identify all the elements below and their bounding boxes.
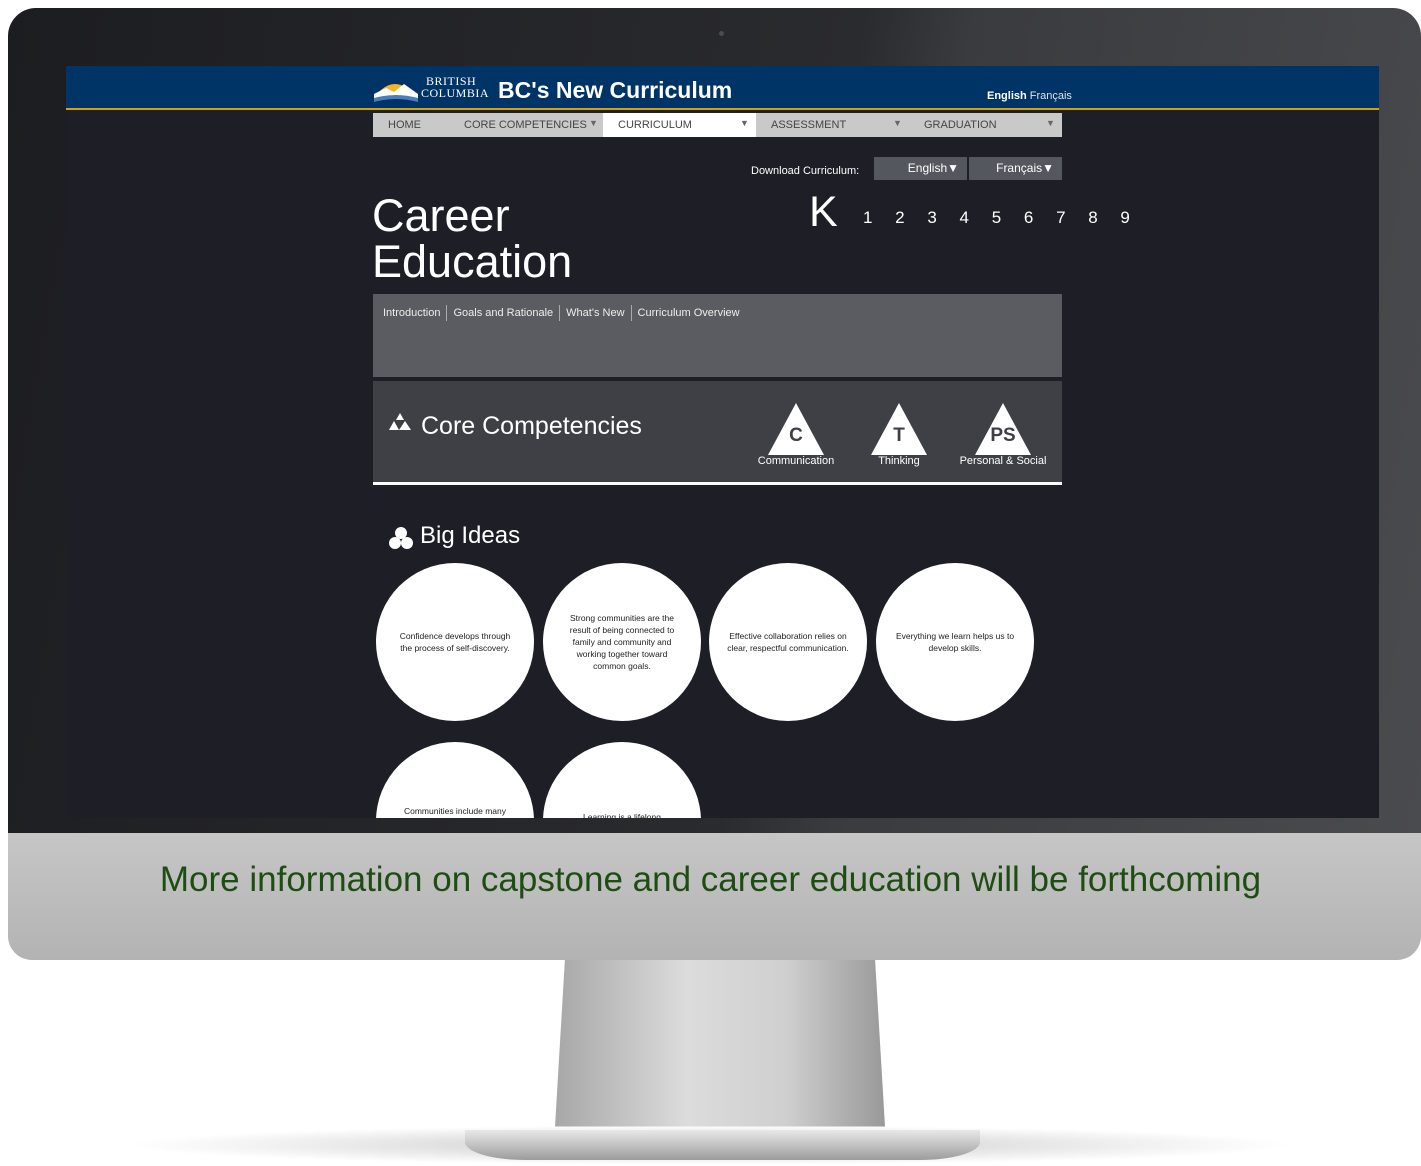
download-english-button[interactable]: English▼: [874, 157, 967, 180]
communication-letter: C: [789, 425, 803, 446]
nav-assessment-label: ASSESSMENT: [771, 119, 847, 131]
nav-assessment[interactable]: ASSESSMENT ▼: [756, 113, 909, 137]
subnav-goals-and-rationale[interactable]: Goals and Rationale: [446, 305, 559, 321]
site-title[interactable]: BC's New Curriculum: [498, 77, 732, 104]
big-idea-circle[interactable]: Communities include many: [376, 742, 534, 818]
triangles-icon: [389, 413, 411, 430]
download-french-button[interactable]: Français▼: [969, 157, 1062, 180]
nav-graduation-label: GRADUATION: [924, 119, 997, 131]
communication-label[interactable]: Communication: [736, 455, 856, 467]
chevron-down-icon: ▼: [740, 118, 749, 128]
thinking-letter: T: [893, 425, 905, 446]
monitor-caption: More information on capstone and career …: [159, 860, 1262, 899]
chevron-down-icon: ▼: [589, 118, 598, 128]
grade-k-link[interactable]: K: [809, 188, 838, 237]
nav-core-competencies[interactable]: CORE COMPETENCIES ▼: [456, 113, 603, 137]
big-idea-circle[interactable]: Confidence develops through the process …: [376, 563, 534, 721]
subnav-curriculum-overview[interactable]: Curriculum Overview: [630, 305, 746, 321]
monitor-foot: [465, 1130, 980, 1160]
grade-selector[interactable]: 1 2 3 4 5 6 7 8 9: [863, 208, 1139, 228]
core-competencies-panel: Core Competencies C Communication T Thin…: [373, 381, 1062, 485]
nav-home-label: HOME: [388, 119, 421, 131]
big-idea-circle[interactable]: Effective collaboration relies on clear,…: [709, 563, 867, 721]
header-bar: BRITISH COLUMBIA BC's New Curriculum Eng…: [66, 66, 1379, 110]
nav-core-competencies-label: CORE COMPETENCIES: [464, 119, 587, 131]
page-title-line2: Education: [372, 236, 573, 287]
lang-english-link[interactable]: English: [987, 90, 1027, 102]
main-nav: HOME CORE COMPETENCIES ▼ CURRICULUM ▼ AS…: [373, 113, 1062, 137]
page-title: Career Education: [372, 193, 692, 285]
nav-home[interactable]: HOME: [373, 113, 456, 137]
browser-screen: BRITISH COLUMBIA BC's New Curriculum Eng…: [66, 66, 1379, 818]
section-subnav: Introduction Goals and Rationale What's …: [373, 294, 1062, 377]
personal-social-label[interactable]: Personal & Social: [943, 455, 1063, 467]
camera: [719, 31, 724, 36]
big-idea-circle[interactable]: Everything we learn helps us to develop …: [876, 563, 1034, 721]
subnav-introduction[interactable]: Introduction: [383, 305, 446, 321]
big-ideas-title: Big Ideas: [420, 522, 521, 549]
nav-graduation[interactable]: GRADUATION ▼: [909, 113, 1062, 137]
logo-text-columbia: COLUMBIA: [421, 86, 490, 100]
subnav-whats-new[interactable]: What's New: [559, 305, 630, 321]
page-title-line1: Career: [372, 190, 510, 241]
lang-french-link[interactable]: Français: [1030, 90, 1072, 102]
personal-social-letter: PS: [990, 425, 1016, 446]
language-switch: English Français: [987, 90, 1072, 102]
big-idea-circle[interactable]: Strong communities are the result of bei…: [543, 563, 701, 721]
big-ideas-icon: [389, 527, 413, 549]
thinking-label[interactable]: Thinking: [839, 455, 959, 467]
download-curriculum-label: Download Curriculum:: [751, 165, 860, 177]
chevron-down-icon: ▼: [1046, 118, 1055, 128]
big-idea-circle[interactable]: Learning is a lifelong: [543, 742, 701, 818]
nav-curriculum-label: CURRICULUM: [618, 119, 692, 131]
core-competencies-title: Core Competencies: [421, 412, 642, 440]
nav-curriculum[interactable]: CURRICULUM ▼: [603, 113, 756, 137]
monitor-stand: [555, 960, 885, 1127]
chevron-down-icon: ▼: [893, 118, 902, 128]
